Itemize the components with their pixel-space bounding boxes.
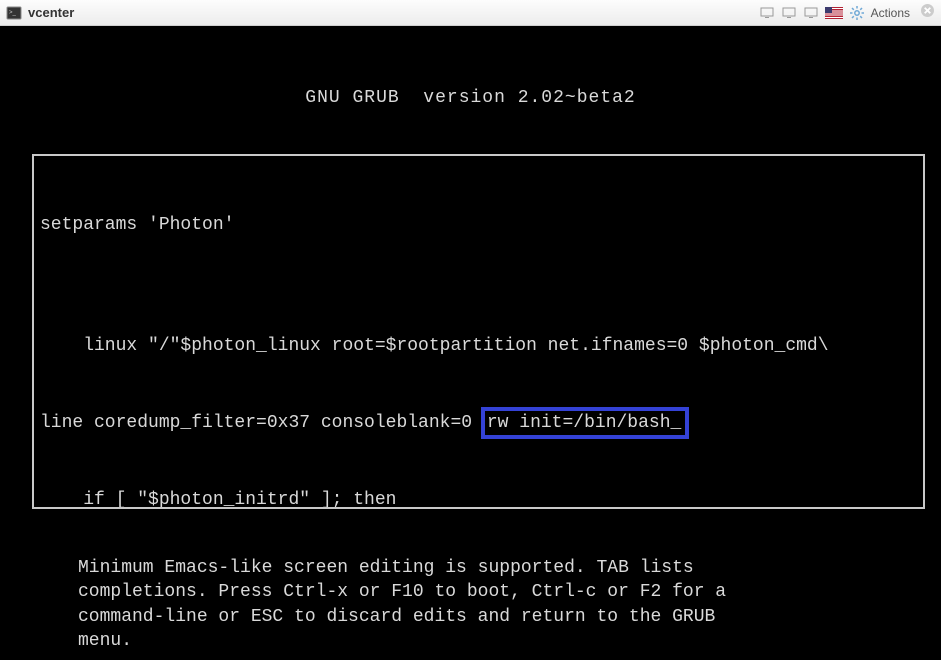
highlighted-text: rw init=/bin/bash_: [487, 413, 681, 433]
window-titlebar: >_ vcenter Actions: [0, 0, 941, 26]
window-title: vcenter: [28, 5, 74, 20]
grub-version-title: GNU GRUB version 2.02~beta2: [0, 26, 941, 110]
grub-help-text: Minimum Emacs-like screen editing is sup…: [78, 556, 881, 653]
editor-line: line coredump_filter=0x37 consoleblank=0…: [40, 407, 917, 439]
titlebar-right-controls: Actions: [759, 3, 935, 22]
gear-icon[interactable]: [849, 6, 865, 20]
monitor-icon[interactable]: [803, 6, 819, 20]
vmware-console-viewport[interactable]: GNU GRUB version 2.02~beta2 setparams 'P…: [0, 26, 941, 660]
editor-line: if [ "$photon_initrd" ]; then: [40, 488, 917, 509]
close-icon[interactable]: [920, 3, 935, 22]
svg-text:>_: >_: [9, 10, 17, 16]
monitor-icon[interactable]: [759, 6, 775, 20]
editor-line: setparams 'Photon': [40, 213, 917, 237]
us-flag-icon[interactable]: [825, 7, 843, 19]
editor-text: line coredump_filter=0x37 consoleblank=0: [40, 413, 483, 433]
grub-editor-box[interactable]: setparams 'Photon' linux "/"$photon_linu…: [32, 154, 925, 509]
monitor-icon[interactable]: [781, 6, 797, 20]
editor-line: linux "/"$photon_linux root=$rootpartiti…: [40, 334, 917, 358]
callout-highlight-box: rw init=/bin/bash_: [481, 407, 689, 439]
console-icon: >_: [6, 5, 22, 21]
actions-menu-label[interactable]: Actions: [871, 6, 910, 20]
